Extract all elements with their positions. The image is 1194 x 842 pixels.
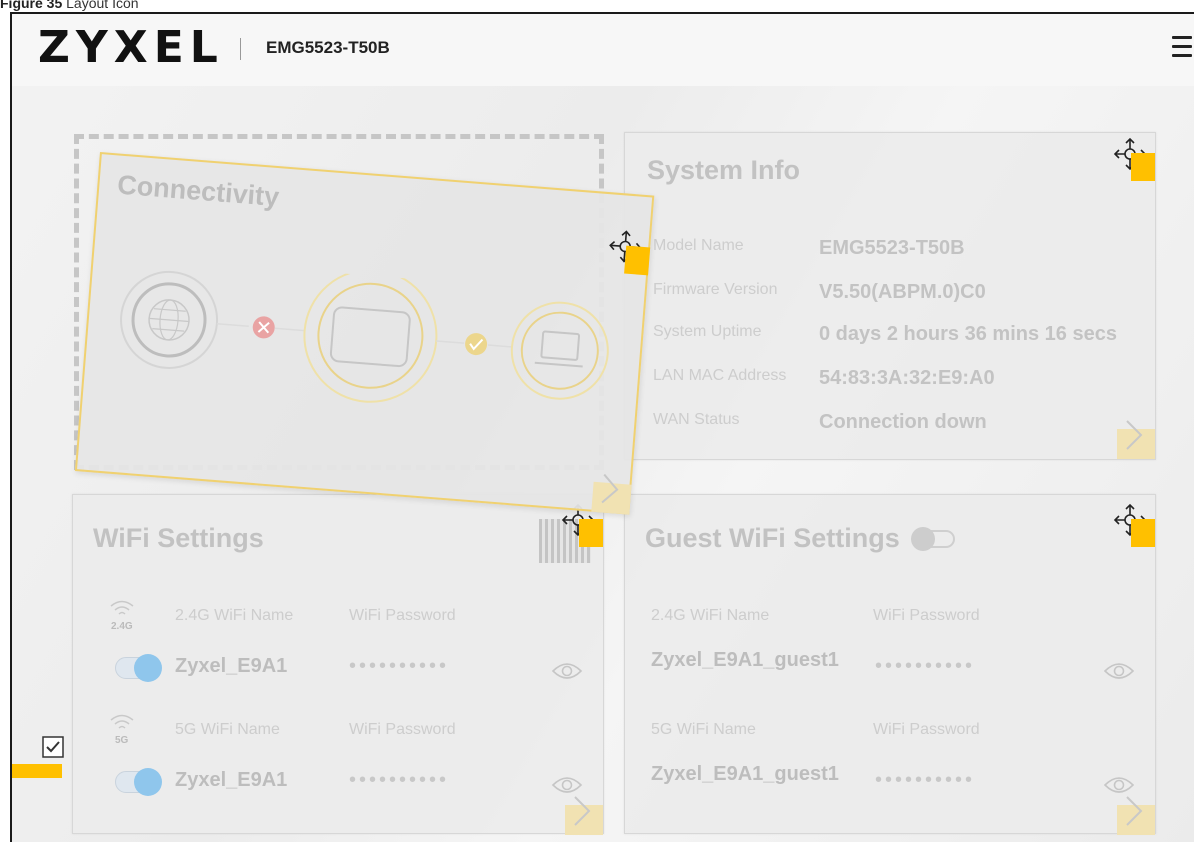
info-row: WAN Status Connection down <box>625 411 1145 441</box>
band-tag: 2.4G <box>111 621 133 632</box>
wifi-5g-toggle[interactable] <box>115 768 162 796</box>
wifi-name-label: 5G WiFi Name <box>651 721 756 738</box>
move-icon[interactable] <box>1111 503 1155 547</box>
connectivity-card-dragging[interactable]: Connectivity <box>74 152 655 515</box>
wifi-settings-card: WiFi Settings 2.4G 2.4G WiFi Name WiFi P… <box>72 494 604 835</box>
wifi-password-value: •••••••••• <box>875 655 976 677</box>
figure-title: Layout Icon <box>66 0 139 11</box>
move-icon[interactable] <box>604 228 651 276</box>
info-value: 54:83:3A:32:E9:A0 <box>819 367 995 389</box>
wifi-name-value: Zyxel_E9A1_guest1 <box>651 763 839 785</box>
info-row: System Uptime 0 days 2 hours 36 mins 16 … <box>625 323 1145 353</box>
menu-icon[interactable] <box>1172 36 1192 58</box>
wifi-name-value: Zyxel_E9A1 <box>175 655 288 677</box>
wifi-password-value: •••••••••• <box>875 769 976 791</box>
show-password-eye-icon[interactable] <box>1103 775 1135 795</box>
info-label: WAN Status <box>653 411 740 428</box>
info-label: Model Name <box>653 237 744 254</box>
model-title: EMG5523-T50B <box>266 38 390 57</box>
wifi-password-label: WiFi Password <box>349 721 456 738</box>
guest-wifi-title: Guest WiFi Settings <box>645 523 900 553</box>
router-icon <box>303 268 438 403</box>
wifi-password-value: •••••••••• <box>349 655 450 677</box>
wifi-password-label: WiFi Password <box>349 607 456 624</box>
show-password-eye-icon[interactable] <box>1103 661 1135 681</box>
show-password-eye-icon[interactable] <box>551 775 583 795</box>
wifi-signal-icon <box>110 714 134 729</box>
guest-wifi-toggle[interactable] <box>911 526 956 551</box>
wifi-name-label: 2.4G WiFi Name <box>651 607 770 624</box>
brand-logo: ZYXEL <box>38 22 224 73</box>
top-bar: ZYXEL EMG5523-T50B <box>12 14 1194 86</box>
card-title: WiFi Settings <box>93 523 264 553</box>
error-icon <box>252 316 275 339</box>
info-value: Connection down <box>819 411 987 433</box>
laptop-icon <box>510 301 609 400</box>
wifi-password-label: WiFi Password <box>873 721 980 738</box>
details-arrow-button[interactable] <box>591 473 632 515</box>
divider <box>240 38 241 60</box>
details-arrow-button[interactable] <box>565 796 603 835</box>
info-row: Firmware Version V5.50(ABPM.0)C0 <box>625 281 1145 311</box>
wifi-name-value: Zyxel_E9A1 <box>175 769 288 791</box>
globe-icon <box>120 270 219 369</box>
wifi-signal-icon <box>110 600 134 615</box>
card-title: Connectivity <box>116 169 281 213</box>
wifi-password-value: •••••••••• <box>349 769 450 791</box>
info-value: EMG5523-T50B <box>819 237 965 259</box>
info-value: 0 days 2 hours 36 mins 16 secs <box>819 323 1117 345</box>
figure-caption: Figure 35 Layout Icon <box>0 0 139 10</box>
check-icon <box>465 333 488 356</box>
move-icon[interactable] <box>1111 137 1155 181</box>
card-title: Guest WiFi Settings <box>645 523 956 554</box>
wifi-password-label: WiFi Password <box>873 607 980 624</box>
guest-wifi-card: Guest WiFi Settings 2.4G WiFi Name WiFi … <box>624 494 1156 835</box>
info-row: LAN MAC Address 54:83:3A:32:E9:A0 <box>625 367 1145 397</box>
show-password-eye-icon[interactable] <box>551 661 583 681</box>
wifi-name-value: Zyxel_E9A1_guest1 <box>651 649 839 671</box>
wifi-24g-toggle[interactable] <box>115 654 162 682</box>
info-row: Model Name EMG5523-T50B <box>625 237 1145 267</box>
details-arrow-button[interactable] <box>1117 420 1155 459</box>
info-label: LAN MAC Address <box>653 367 787 384</box>
info-value: V5.50(ABPM.0)C0 <box>819 281 986 303</box>
layout-indicator-bar <box>12 764 62 778</box>
band-tag: 5G <box>115 735 129 746</box>
wifi-name-label: 2.4G WiFi Name <box>175 607 294 624</box>
wifi-name-label: 5G WiFi Name <box>175 721 280 738</box>
layout-checkbox-icon[interactable] <box>42 736 64 758</box>
system-info-card: System Info Model Name EMG5523-T50B Firm… <box>624 132 1156 460</box>
details-arrow-button[interactable] <box>1117 796 1155 835</box>
info-label: System Uptime <box>653 323 762 340</box>
info-label: Firmware Version <box>653 281 778 298</box>
card-title: System Info <box>647 155 801 185</box>
connectivity-diagram <box>120 268 609 403</box>
app-frame: ZYXEL EMG5523-T50B System Info Model Nam… <box>10 12 1194 842</box>
figure-number: Figure 35 <box>0 0 63 11</box>
